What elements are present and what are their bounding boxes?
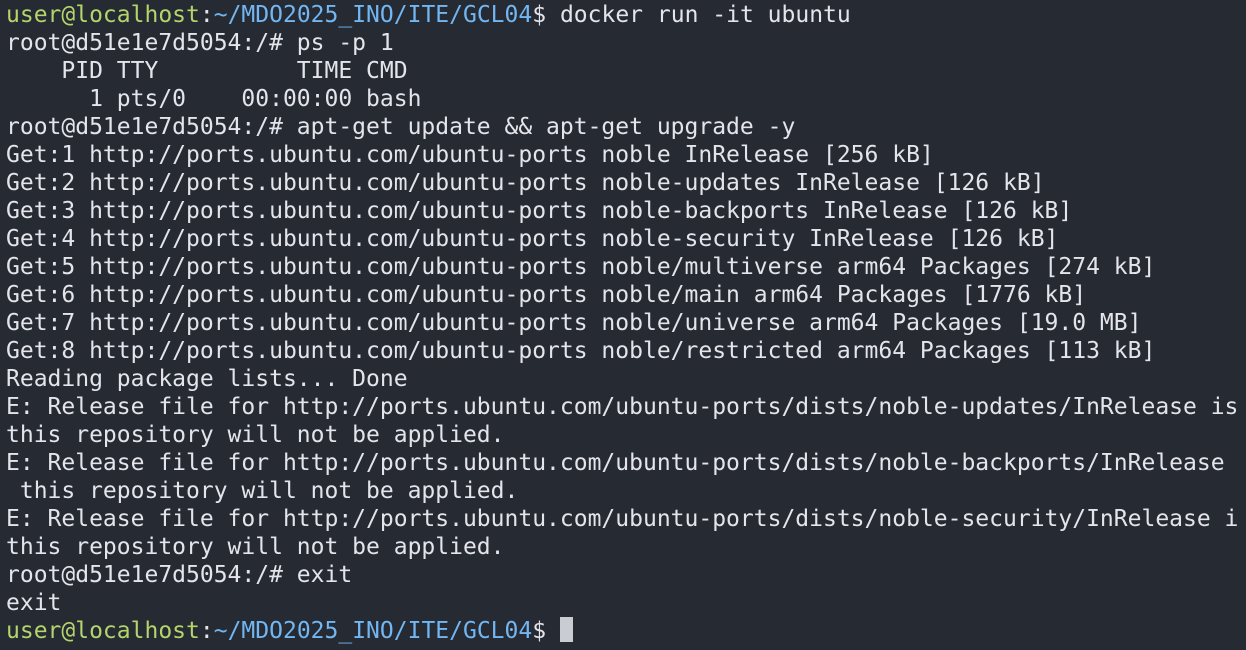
prompt-user-host: user@localhost (6, 618, 200, 644)
prompt-line: user@localhost:~/MDO2025_INO/ITE/GCL04$ (6, 617, 1246, 645)
prompt-symbol: $ (532, 618, 547, 644)
cursor (559, 617, 573, 642)
prompt-separator: : (199, 618, 214, 644)
output-line: this repository will not be applied. (6, 478, 519, 504)
command-text: docker run -it ubuntu (546, 2, 851, 28)
terminal-window[interactable]: user@localhost:~/MDO2025_INO/ITE/GCL04$ … (0, 0, 1246, 650)
output-line: Reading package lists... Done (6, 366, 408, 392)
prompt-path: ~/MDO2025_INO/ITE/GCL04 (213, 618, 533, 644)
output-line: Get:1 http://ports.ubuntu.com/ubuntu-por… (6, 142, 934, 168)
output-line: Get:7 http://ports.ubuntu.com/ubuntu-por… (6, 310, 1142, 336)
prompt-path: ~/MDO2025_INO/ITE/GCL04 (213, 2, 533, 28)
output-line: root@d51e1e7d5054:/# apt-get update && a… (6, 114, 796, 140)
output-line: Get:3 http://ports.ubuntu.com/ubuntu-por… (6, 198, 1073, 224)
prompt-symbol: $ (532, 2, 547, 28)
output-line: E: Release file for http://ports.ubuntu.… (6, 506, 1239, 532)
output-line: Get:4 http://ports.ubuntu.com/ubuntu-por… (6, 226, 1059, 252)
output-line: Get:8 http://ports.ubuntu.com/ubuntu-por… (6, 338, 1156, 364)
output-line: root@d51e1e7d5054:/# exit (6, 562, 353, 588)
output-line: Get:6 http://ports.ubuntu.com/ubuntu-por… (6, 282, 1087, 308)
output-line: E: Release file for http://ports.ubuntu.… (6, 450, 1225, 476)
prompt-user-host: user@localhost (6, 2, 200, 28)
output-line: E: Release file for http://ports.ubuntu.… (6, 394, 1239, 420)
output-line: Get:5 http://ports.ubuntu.com/ubuntu-por… (6, 254, 1156, 280)
output-line: Get:2 http://ports.ubuntu.com/ubuntu-por… (6, 170, 1045, 196)
output-line: this repository will not be applied. (6, 422, 505, 448)
output-line: root@d51e1e7d5054:/# ps -p 1 (6, 30, 394, 56)
output-line: 1 pts/0 00:00:00 bash (6, 86, 422, 112)
command-text (546, 618, 560, 644)
output-line: this repository will not be applied. (6, 534, 505, 560)
output-line: PID TTY TIME CMD (6, 58, 408, 84)
prompt-line: user@localhost:~/MDO2025_INO/ITE/GCL04$ … (6, 1, 1246, 29)
output-line: exit (6, 590, 62, 616)
prompt-separator: : (199, 2, 214, 28)
